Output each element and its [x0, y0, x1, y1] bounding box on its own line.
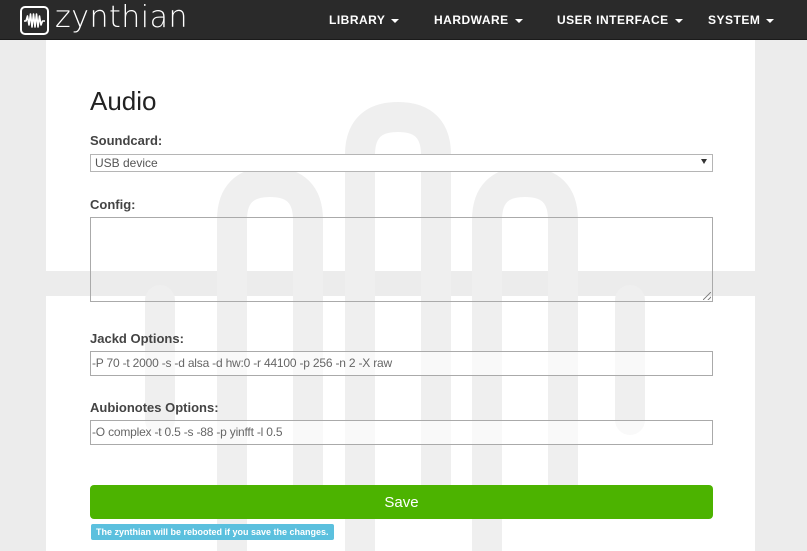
page-title: Audio: [90, 86, 157, 116]
soundcard-label: Soundcard:: [90, 133, 163, 148]
soundcard-select[interactable]: USB device: [90, 154, 713, 172]
jackd-options-input[interactable]: -P 70 -t 2000 -s -d alsa -d hw:0 -r 4410…: [90, 351, 713, 376]
aubionotes-options-input[interactable]: -O complex -t 0.5 -s -88 -p yinfft -l 0.…: [90, 420, 713, 445]
jackd-options-label: Jackd Options:: [90, 331, 184, 346]
resize-handle-icon[interactable]: [703, 292, 711, 300]
save-button[interactable]: Save: [90, 485, 713, 519]
config-textarea[interactable]: [90, 217, 713, 302]
dropdown-arrow-icon: [701, 159, 707, 164]
soundcard-value: USB device: [95, 156, 158, 170]
reboot-warning-note: The zynthian will be rebooted if you sav…: [91, 524, 334, 540]
config-label: Config:: [90, 197, 136, 212]
aubionotes-options-label: Aubionotes Options:: [90, 400, 219, 415]
